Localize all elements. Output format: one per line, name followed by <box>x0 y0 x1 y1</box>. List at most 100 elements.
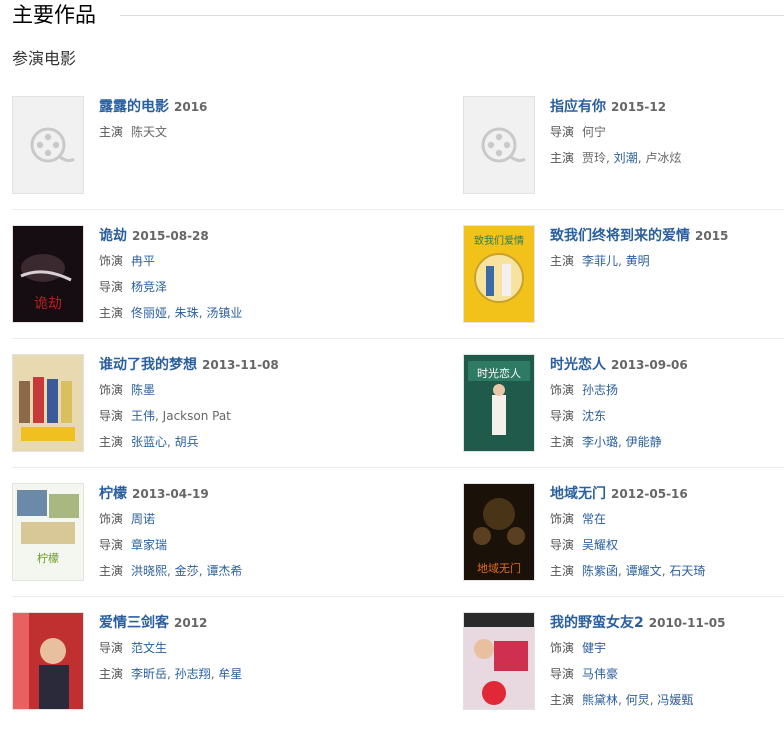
person-link[interactable]: 吴耀权 <box>582 538 618 552</box>
film-row: 谁动了我的梦想 2013-11-08 饰演 陈墨 导演 王伟, Jackson Pat 主演… <box>0 338 784 483</box>
person-link[interactable]: 熊黛林 <box>582 693 618 707</box>
film-poster[interactable]: 致我们爱情 <box>463 225 535 323</box>
section-divider <box>120 15 784 16</box>
film-poster[interactable] <box>463 612 535 710</box>
person-link[interactable]: 孙志翔 <box>175 667 211 681</box>
person-link[interactable]: 马伟豪 <box>582 667 618 681</box>
person-link[interactable]: 伊能静 <box>626 435 662 449</box>
person-link[interactable]: 石天琦 <box>669 564 705 578</box>
film-title-link[interactable]: 指应有你 <box>550 99 606 115</box>
person-link[interactable]: 佟丽娅 <box>131 306 167 320</box>
person-link[interactable]: 常在 <box>582 512 606 526</box>
credit-role-label: 导演 <box>99 280 124 294</box>
film-list: 露露的电影 2016 主演 陈天文 指应有你 2015-12 导演 何宁 主演 贾玲, 刘潮, … <box>0 96 784 741</box>
person-link[interactable]: 胡兵 <box>175 435 199 449</box>
film-title-link[interactable]: 谁动了我的梦想 <box>99 357 197 373</box>
person-link[interactable]: 冉平 <box>131 254 155 268</box>
person-link[interactable]: 孙志扬 <box>582 383 618 397</box>
person-link[interactable]: 沈东 <box>582 409 606 423</box>
credit-people: 洪晓熙, 金莎, 谭杰希 <box>131 564 242 578</box>
film-release-date: 2015-12 <box>611 100 667 114</box>
credit-line: 主演 熊黛林, 何炅, 冯媛甄 <box>550 688 782 712</box>
person-link[interactable]: 范文生 <box>131 641 167 655</box>
credit-line: 主演 贾玲, 刘潮, 卢冰炫 <box>550 146 782 170</box>
poster-placeholder-icon[interactable] <box>463 96 535 194</box>
film-card: 谁动了我的梦想 2013-11-08 饰演 陈墨 导演 王伟, Jackson Pat 主演… <box>12 354 322 454</box>
film-title-link[interactable]: 爱情三剑客 <box>99 615 169 631</box>
credit-line: 饰演 健宇 <box>550 636 782 660</box>
film-poster[interactable] <box>12 354 84 452</box>
credit-line: 主演 李小璐, 伊能静 <box>550 430 782 454</box>
credit-people: 王伟, Jackson Pat <box>131 409 231 423</box>
person-link[interactable]: 朱珠 <box>175 306 199 320</box>
credit-people: 何宁 <box>582 125 606 139</box>
person-link[interactable]: 何炅 <box>626 693 650 707</box>
person-link[interactable]: 李昕岳 <box>131 667 167 681</box>
film-poster[interactable]: 柠檬 <box>12 483 84 581</box>
credit-role-label: 主演 <box>550 564 575 578</box>
film-info: 柠檬 2013-04-19 饰演 周诺 导演 章家瑞 主演 洪晓熙, 金莎, 谭杰希 <box>99 483 331 583</box>
film-row: 诡劫 诡劫 2015-08-28 饰演 冉平 导演 杨竞泽 主演 佟丽娅, 朱珠, 汤镇业 致我… <box>0 209 784 354</box>
credit-role-label: 导演 <box>550 667 575 681</box>
person-link[interactable]: 黄明 <box>626 254 650 268</box>
person-link[interactable]: 汤镇业 <box>206 306 242 320</box>
person-link[interactable]: 李小璐 <box>582 435 618 449</box>
credit-people: 沈东 <box>582 409 606 423</box>
credit-people: 常在 <box>582 512 606 526</box>
film-title-link[interactable]: 时光恋人 <box>550 357 606 373</box>
person-name: Jackson Pat <box>162 409 231 423</box>
person-link[interactable]: 冯媛甄 <box>657 693 693 707</box>
separator: , <box>167 667 175 681</box>
film-release-date: 2012-05-16 <box>611 487 688 501</box>
person-link[interactable]: 陈紫函 <box>582 564 618 578</box>
person-link[interactable]: 谭杰希 <box>206 564 242 578</box>
credit-line: 主演 洪晓熙, 金莎, 谭杰希 <box>99 559 331 583</box>
person-link[interactable]: 陈墨 <box>131 383 155 397</box>
credit-line: 主演 张蓝心, 胡兵 <box>99 430 331 454</box>
credit-line: 主演 李菲儿, 黄明 <box>550 249 782 273</box>
film-title-link[interactable]: 地域无门 <box>550 486 606 502</box>
film-title-link[interactable]: 我的野蛮女友2 <box>550 615 644 631</box>
person-link[interactable]: 刘潮 <box>614 151 638 165</box>
film-release-date: 2015 <box>695 229 729 243</box>
person-link[interactable]: 金莎 <box>175 564 199 578</box>
credit-role-label: 饰演 <box>99 254 124 268</box>
film-info: 指应有你 2015-12 导演 何宁 主演 贾玲, 刘潮, 卢冰炫 <box>550 96 782 170</box>
film-title-line: 谁动了我的梦想 2013-11-08 <box>99 354 331 376</box>
film-row: 爱情三剑客 2012 导演 范文生 主演 李昕岳, 孙志翔, 牟星 我的野蛮女友2 2010… <box>0 596 784 741</box>
person-link[interactable]: 李菲儿 <box>582 254 618 268</box>
film-poster[interactable]: 地域无门 <box>463 483 535 581</box>
film-card: 致我们爱情 致我们终将到来的爱情 2015 主演 李菲儿, 黄明 <box>463 225 773 325</box>
film-poster[interactable] <box>12 612 84 710</box>
film-title-link[interactable]: 诡劫 <box>99 228 127 244</box>
film-card: 柠檬 柠檬 2013-04-19 饰演 周诺 导演 章家瑞 主演 洪晓熙, 金莎, 谭杰希 <box>12 483 322 583</box>
film-card: 时光恋人 时光恋人 2013-09-06 饰演 孙志扬 导演 沈东 主演 李小璐, 伊能静 <box>463 354 773 454</box>
film-title-link[interactable]: 致我们终将到来的爱情 <box>550 228 690 244</box>
person-link[interactable]: 牟星 <box>218 667 242 681</box>
person-link[interactable]: 周诺 <box>131 512 155 526</box>
person-name: 贾玲 <box>582 151 607 165</box>
person-link[interactable]: 章家瑞 <box>131 538 167 552</box>
credit-people: 陈天文 <box>131 125 167 139</box>
person-link[interactable]: 张蓝心 <box>131 435 167 449</box>
credit-people: 范文生 <box>131 641 167 655</box>
film-poster[interactable]: 时光恋人 <box>463 354 535 452</box>
film-title-link[interactable]: 露露的电影 <box>99 99 169 115</box>
credit-role-label: 饰演 <box>99 512 124 526</box>
film-title-link[interactable]: 柠檬 <box>99 486 127 502</box>
credit-role-label: 主演 <box>99 564 124 578</box>
poster-placeholder-icon[interactable] <box>12 96 84 194</box>
credit-line: 导演 王伟, Jackson Pat <box>99 404 331 428</box>
person-link[interactable]: 杨竞泽 <box>131 280 167 294</box>
credit-line: 导演 吴耀权 <box>550 533 782 557</box>
person-link[interactable]: 王伟 <box>131 409 155 423</box>
film-row: 柠檬 柠檬 2013-04-19 饰演 周诺 导演 章家瑞 主演 洪晓熙, 金莎, 谭杰希 地域… <box>0 467 784 612</box>
film-info: 致我们终将到来的爱情 2015 主演 李菲儿, 黄明 <box>550 225 782 273</box>
works-page: 主要作品 参演电影 露露的电影 2016 主演 陈天文 指应有你 2015-12 导演 何宁… <box>0 0 784 716</box>
film-release-date: 2013-04-19 <box>132 487 209 501</box>
person-link[interactable]: 健宇 <box>582 641 606 655</box>
person-link[interactable]: 谭耀文 <box>626 564 662 578</box>
film-card: 爱情三剑客 2012 导演 范文生 主演 李昕岳, 孙志翔, 牟星 <box>12 612 322 712</box>
person-link[interactable]: 洪晓熙 <box>131 564 167 578</box>
film-poster[interactable]: 诡劫 <box>12 225 84 323</box>
